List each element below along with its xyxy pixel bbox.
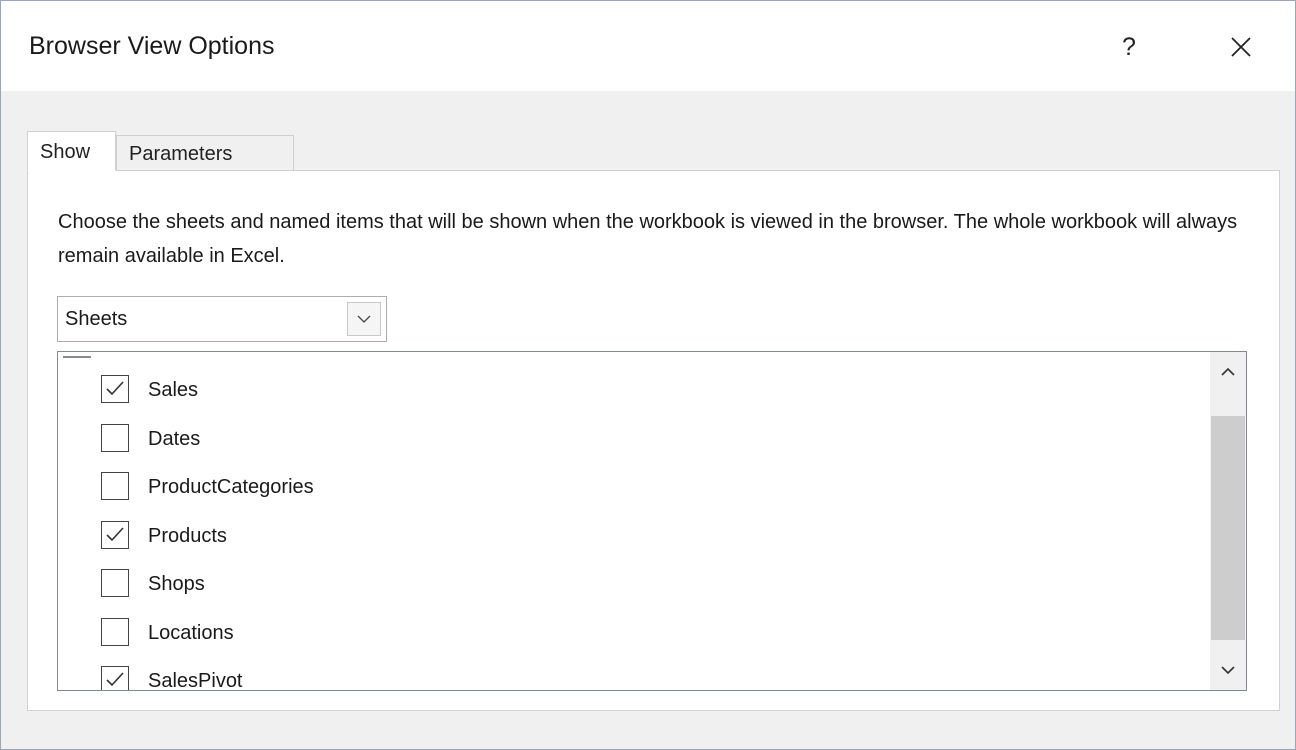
scroll-down-button[interactable] [1210, 650, 1246, 690]
show-tab-panel: Choose the sheets and named items that w… [27, 170, 1280, 711]
item-label: Shops [148, 573, 205, 595]
item-label: Products [148, 524, 227, 547]
dropdown-selected-value: Sheets [65, 308, 128, 330]
item-label: Locations [148, 621, 234, 644]
item-label: SalesPivot [148, 670, 243, 691]
dialog-title: Browser View Options [29, 32, 275, 60]
sheets-listbox[interactable]: Sales Dates ProductCategories Products Shops… [57, 351, 1247, 691]
item-label: Sales [148, 379, 199, 401]
item-label: ProductCategories [148, 476, 314, 498]
close-button[interactable] [1219, 25, 1263, 69]
chevron-down-icon [357, 315, 371, 323]
dropdown-arrow-button[interactable] [347, 302, 381, 336]
chevron-down-icon [1221, 666, 1235, 675]
scroll-thumb[interactable] [1211, 416, 1245, 640]
item-checkbox[interactable] [101, 472, 129, 500]
checkmark-icon [106, 672, 124, 687]
title-bar: Browser View Options ? [1, 1, 1295, 91]
list-top-separator [63, 356, 91, 358]
item-label: Dates [148, 427, 201, 450]
checkmark-icon [106, 526, 124, 541]
chevron-up-icon [1221, 367, 1235, 376]
close-icon [1231, 37, 1251, 57]
item-checkbox[interactable] [101, 375, 129, 403]
vertical-scrollbar[interactable] [1210, 352, 1246, 690]
item-checkbox[interactable] [101, 423, 129, 452]
item-checkbox[interactable] [101, 617, 129, 646]
help-button[interactable]: ? [1109, 25, 1149, 69]
scroll-up-button[interactable] [1210, 352, 1246, 392]
item-checkbox[interactable] [101, 666, 129, 690]
browser-view-options-dialog: Browser View Options ? Show Parameters C… [0, 0, 1296, 750]
checkmark-icon [106, 381, 124, 396]
item-checkbox[interactable] [101, 520, 129, 549]
description-text: Choose the sheets and named items that w… [58, 211, 1238, 267]
items-type-dropdown[interactable]: Sheets [57, 296, 387, 342]
tab-parameters[interactable]: Parameters [116, 135, 294, 171]
tab-show[interactable]: Show [27, 131, 116, 171]
item-checkbox[interactable] [101, 569, 129, 597]
